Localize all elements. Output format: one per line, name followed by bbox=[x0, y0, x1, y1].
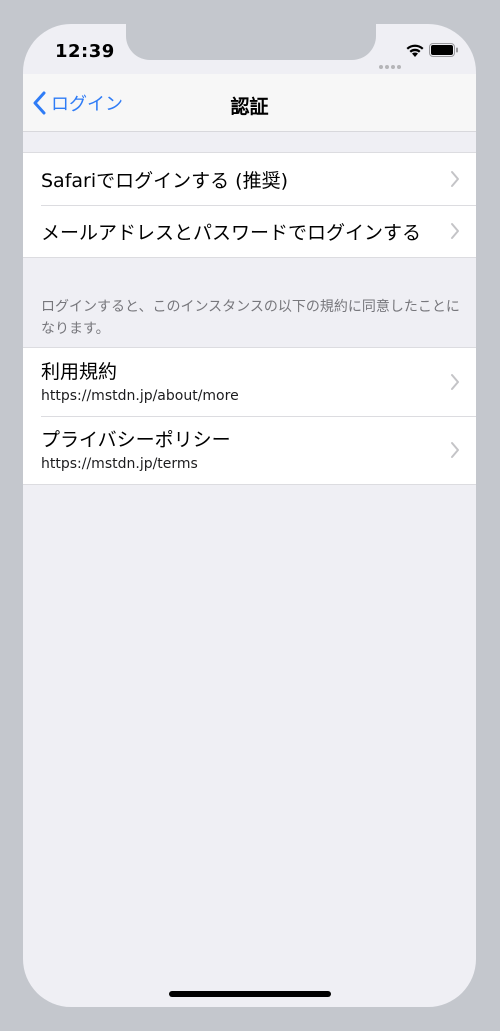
phone-screen: 12:39 ログイン 認証 Safariでログインする (推奨) メールアドレス… bbox=[23, 24, 476, 1007]
login-options-group: Safariでログインする (推奨) メールアドレスとパスワードでログインする bbox=[23, 152, 476, 258]
terms-of-service-title: 利用規約 bbox=[41, 361, 118, 383]
chevron-right-icon bbox=[451, 374, 459, 390]
home-indicator[interactable] bbox=[169, 991, 331, 997]
login-with-safari-label: Safariでログインする (推奨) bbox=[41, 169, 288, 192]
login-with-email-label: メールアドレスとパスワードでログインする bbox=[41, 221, 422, 244]
page-title: 認証 bbox=[230, 96, 269, 118]
policies-group: 利用規約 https://mstdn.jp/about/more プライバシーポ… bbox=[23, 347, 476, 485]
privacy-policy-row[interactable]: プライバシーポリシー https://mstdn.jp/terms bbox=[23, 416, 476, 484]
device-notch bbox=[126, 24, 376, 60]
wifi-icon bbox=[406, 44, 424, 57]
terms-of-service-url: https://mstdn.jp/about/more bbox=[41, 388, 239, 404]
login-with-email-row[interactable]: メールアドレスとパスワードでログインする bbox=[23, 205, 476, 257]
privacy-policy-url: https://mstdn.jp/terms bbox=[41, 456, 198, 472]
chevron-right-icon bbox=[451, 442, 459, 458]
battery-icon bbox=[429, 43, 458, 57]
chevron-right-icon bbox=[451, 223, 459, 239]
chevron-right-icon bbox=[451, 171, 459, 187]
privacy-policy-title: プライバシーポリシー bbox=[41, 429, 231, 451]
login-with-safari-row[interactable]: Safariでログインする (推奨) bbox=[23, 153, 476, 205]
terms-of-service-row[interactable]: 利用規約 https://mstdn.jp/about/more bbox=[23, 348, 476, 416]
terms-agreement-note: ログインすると、このインスタンスの以下の規約に同意したことになります。 bbox=[41, 299, 460, 337]
cellular-signal-icon bbox=[379, 54, 403, 73]
navigation-bar: ログイン 認証 bbox=[23, 74, 476, 132]
status-time: 12:39 bbox=[55, 41, 115, 62]
